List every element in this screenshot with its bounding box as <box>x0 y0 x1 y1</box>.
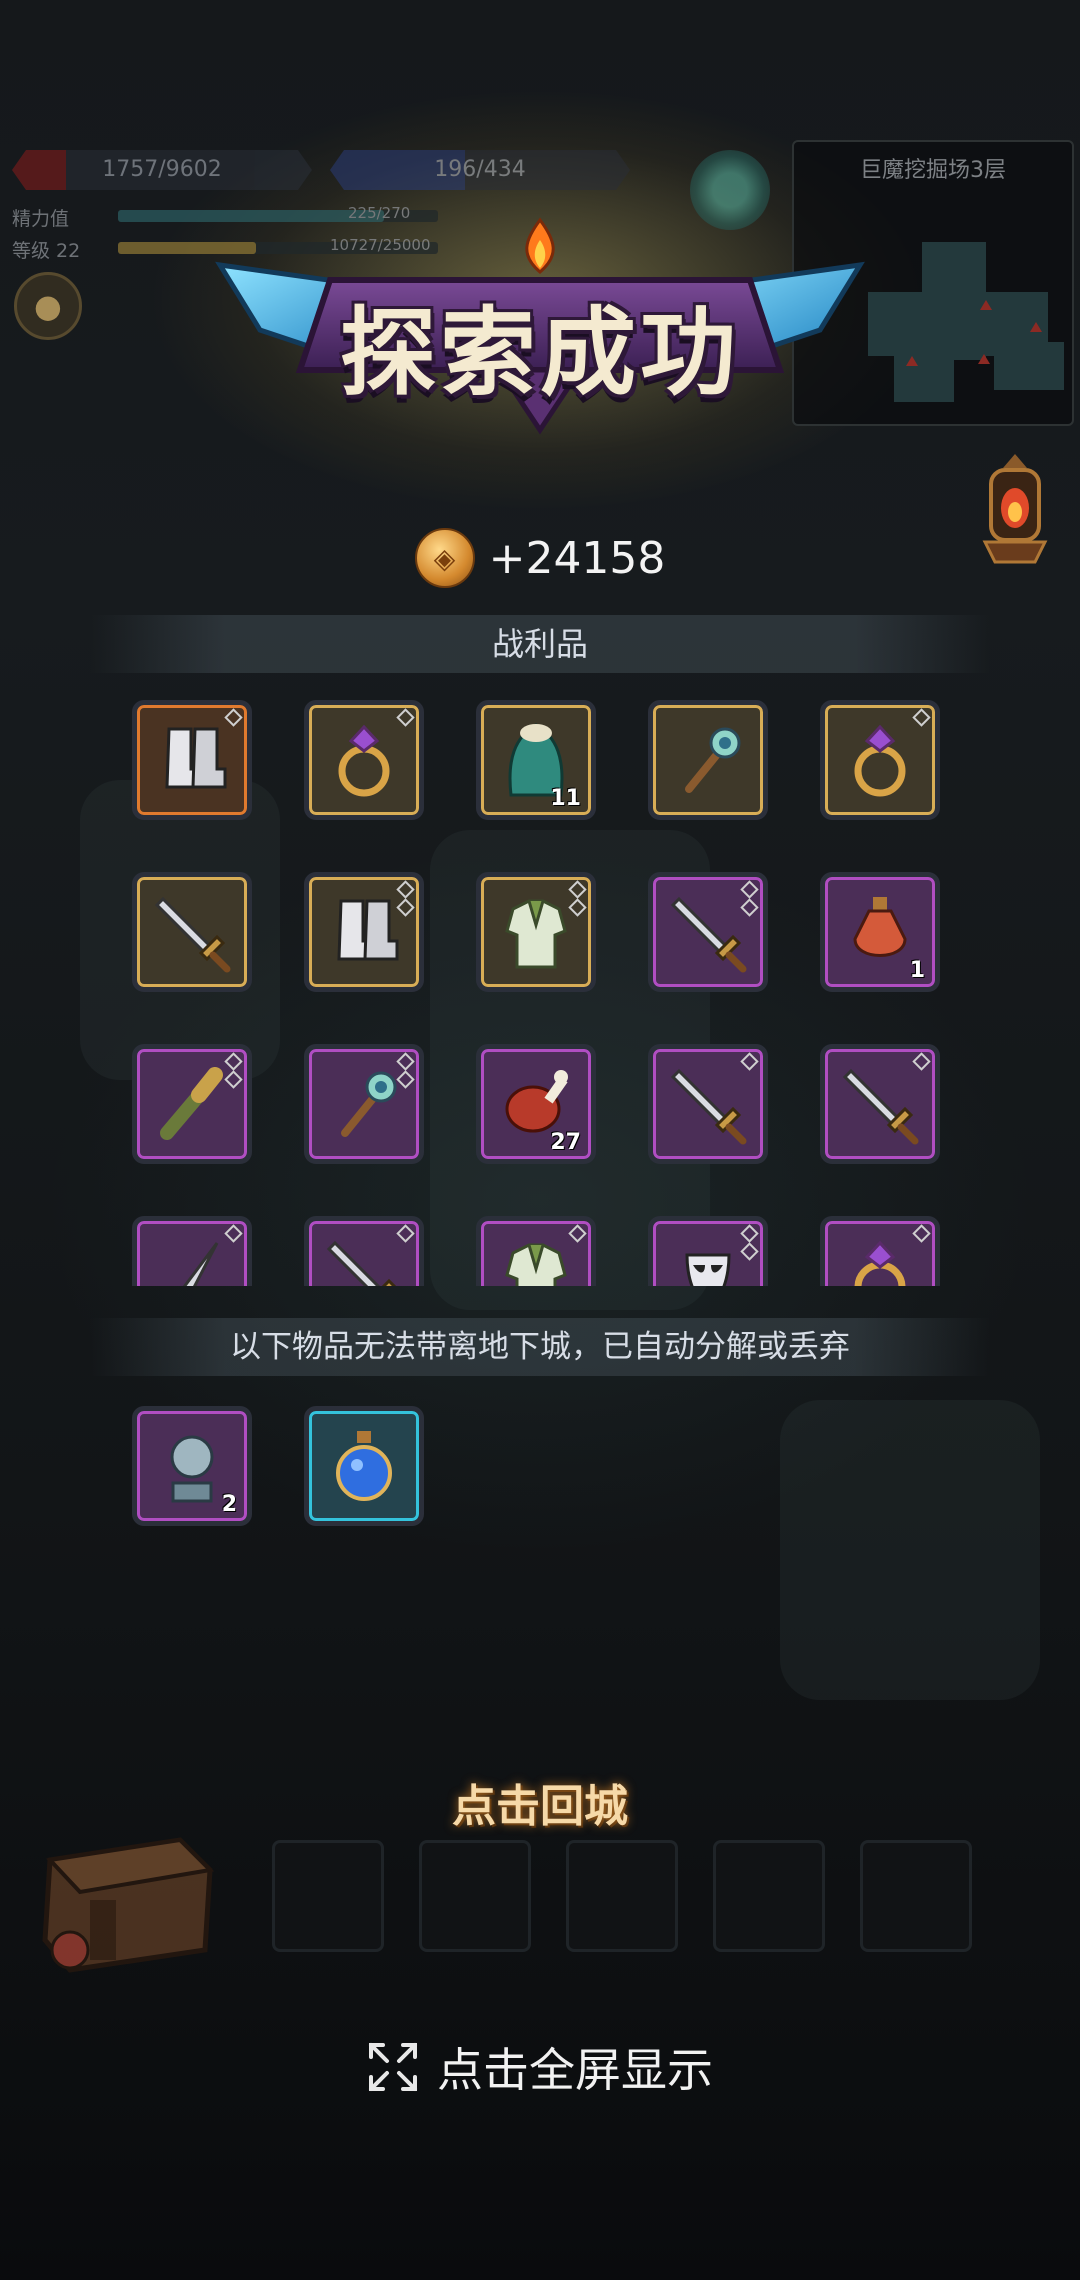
discarded-item-slot[interactable] <box>304 1406 424 1526</box>
boots-icon <box>337 899 399 961</box>
quality-pips <box>396 708 415 729</box>
item-count: 11 <box>550 786 581 811</box>
item-count: 1 <box>909 958 925 983</box>
minimap-room <box>894 356 954 402</box>
loot-item-slot[interactable] <box>820 700 940 820</box>
statue-icon <box>170 1435 214 1503</box>
quality-pips <box>912 708 931 729</box>
minimap-room <box>994 342 1064 390</box>
expand-icon <box>369 2043 417 2091</box>
mask-icon <box>685 1253 731 1286</box>
sword-icon <box>842 1068 919 1145</box>
loot-section-title: 战利品 <box>90 615 990 673</box>
minimap-title: 巨魔挖掘场3层 <box>860 158 1006 183</box>
item-count: 2 <box>221 1492 237 1517</box>
quick-slot[interactable] <box>860 1840 972 1952</box>
discarded-grid: 2 <box>132 1406 954 1536</box>
loot-item-slot[interactable] <box>648 1216 768 1286</box>
quick-slot[interactable] <box>713 1840 825 1952</box>
stamina-label: 精力值 <box>12 208 70 230</box>
staff-icon <box>341 1071 397 1137</box>
loot-item-slot[interactable] <box>820 1216 940 1286</box>
loot-item-slot[interactable] <box>476 1216 596 1286</box>
spyglass-icon <box>160 1067 223 1140</box>
quality-pips <box>224 1052 243 1091</box>
quality-pips <box>740 1052 759 1073</box>
quick-slot[interactable] <box>566 1840 678 1952</box>
quality-pips <box>224 1224 243 1245</box>
level-row: 等级 22 10727/25000 <box>12 236 438 263</box>
stamina-row: 精力值 225/270 <box>12 204 438 231</box>
quality-pips <box>912 1224 931 1245</box>
hp-bar: 1757/9602 <box>12 150 312 190</box>
ring-icon <box>854 724 906 797</box>
loot-item-slot[interactable] <box>132 700 252 820</box>
loot-item-slot[interactable]: 1 <box>820 872 940 992</box>
quick-slot[interactable] <box>419 1840 531 1952</box>
loot-item-slot[interactable] <box>304 1216 424 1286</box>
loot-item-slot[interactable]: 11 <box>476 700 596 820</box>
loot-item-slot[interactable] <box>132 1216 252 1286</box>
hp-value: 1757/9602 <box>102 157 222 182</box>
enemy-marker <box>980 300 992 310</box>
gold-coin-icon: ◈ <box>414 528 475 588</box>
fullscreen-label: 点击全屏显示 <box>437 2043 713 2097</box>
quality-pips <box>912 1052 931 1073</box>
item-count: 27 <box>550 1130 581 1155</box>
boots-icon <box>165 727 227 789</box>
return-to-town-button[interactable]: 点击回城 <box>0 1770 1080 1834</box>
sword-icon <box>670 896 747 973</box>
quality-pips <box>568 880 587 919</box>
gold-amount: +24158 <box>488 532 666 584</box>
discarded-item-slot[interactable]: 2 <box>132 1406 252 1526</box>
loot-item-slot[interactable] <box>476 872 596 992</box>
loot-grid[interactable]: 11 1 27 <box>132 700 954 1286</box>
fullscreen-button[interactable]: 点击全屏显示 <box>0 2035 1080 2099</box>
sword-icon <box>670 1068 747 1145</box>
banner-title: 探索成功 <box>340 297 740 409</box>
dagger-icon <box>182 1242 219 1286</box>
pet-paw-button[interactable]: ● <box>14 272 82 340</box>
loot-item-slot[interactable]: 27 <box>476 1044 596 1164</box>
ring-icon <box>854 1240 906 1286</box>
loot-item-slot[interactable] <box>820 1044 940 1164</box>
loot-item-slot[interactable] <box>304 1044 424 1164</box>
loot-item-slot[interactable] <box>304 700 424 820</box>
ring-icon <box>338 724 390 797</box>
mp-bar: 196/434 <box>330 150 630 190</box>
paw-icon: ● <box>34 287 62 325</box>
loot-item-slot[interactable] <box>132 1044 252 1164</box>
armor-icon <box>505 899 567 969</box>
discarded-section-title: 以下物品无法带离地下城，已自动分解或丢弃 <box>90 1318 990 1376</box>
quality-pips <box>396 1224 415 1245</box>
enemy-marker <box>978 354 990 364</box>
loot-item-slot[interactable] <box>648 700 768 820</box>
quality-pips <box>740 1224 759 1263</box>
enemy-marker <box>906 356 918 366</box>
potion-icon <box>853 897 907 957</box>
loot-item-slot[interactable] <box>304 872 424 992</box>
sword-icon <box>326 1240 397 1286</box>
mp-value: 196/434 <box>434 157 526 182</box>
quality-pips <box>224 708 243 729</box>
loot-item-slot[interactable] <box>132 872 252 992</box>
quick-slot[interactable] <box>272 1840 384 1952</box>
loot-item-slot[interactable] <box>648 872 768 992</box>
staff-icon <box>685 727 741 793</box>
quality-pips <box>396 880 415 919</box>
quality-pips <box>568 1224 587 1245</box>
game-screen: 1757/9602 196/434 精力值 225/270 等级 22 1072… <box>0 0 1080 2280</box>
gold-reward: ◈ +24158 <box>0 528 1080 588</box>
armor-icon <box>505 1243 567 1286</box>
quality-pips <box>740 880 759 919</box>
enemy-marker <box>1030 322 1042 332</box>
level-label: 等级 22 <box>12 240 81 262</box>
quality-pips <box>396 1052 415 1091</box>
sword-icon <box>154 896 231 973</box>
blue-potion-icon <box>336 1431 392 1501</box>
loot-item-slot[interactable] <box>648 1044 768 1164</box>
